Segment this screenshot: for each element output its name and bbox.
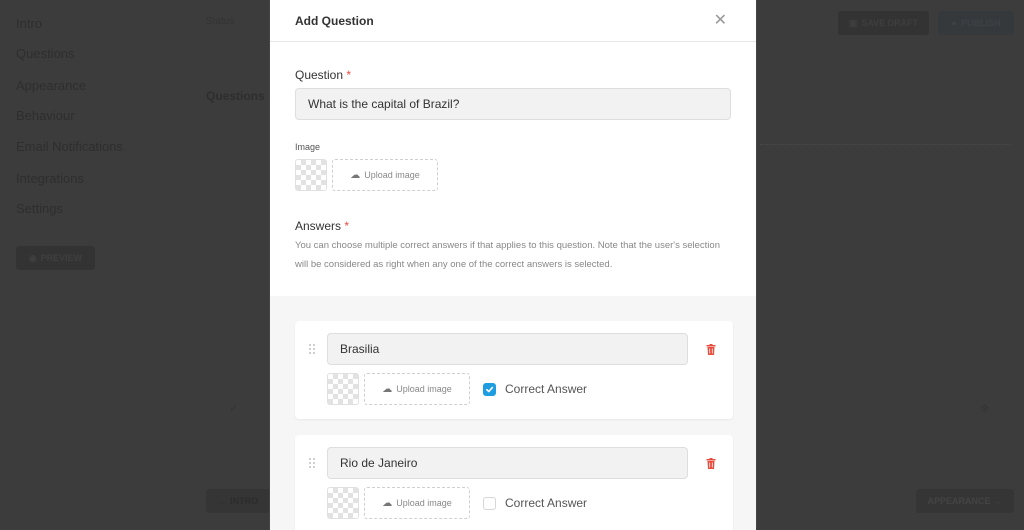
answers-list: ☁ Upload image Correct Answer [270, 296, 756, 530]
divider [760, 144, 1010, 145]
required-mark: * [346, 68, 352, 82]
cloud-upload-icon: ☁ [382, 383, 393, 395]
answers-label: Answers * [295, 219, 731, 233]
modal-body: Question * Image ☁ Upload image Answers … [270, 68, 756, 274]
sidebar-item-integrations[interactable]: Integrations [16, 171, 84, 186]
sidebar: Intro Questions Appearance Behaviour Ema… [0, 0, 190, 530]
next-step-button[interactable]: APPEARANCE → [916, 489, 1014, 513]
status-label: Status [206, 16, 235, 27]
required-mark: * [344, 219, 350, 233]
answer-image-thumbnail [327, 373, 359, 405]
preview-label: PREVIEW [40, 253, 83, 263]
eye-icon: ◉ [28, 252, 37, 263]
answers-label-text: Answers [295, 219, 342, 233]
answer-input[interactable] [327, 333, 688, 365]
arrow-left-icon: ← [218, 496, 227, 506]
trash-icon[interactable] [706, 343, 716, 355]
check-icon: ✓ [229, 403, 239, 415]
add-question-modal: Add Question ✕ Question * Image ☁ Upload… [270, 0, 756, 530]
correct-answer-checkbox[interactable] [483, 382, 496, 396]
upload-image-label: Upload image [364, 170, 420, 180]
publish-icon: ● [951, 18, 957, 28]
answer-input[interactable] [327, 447, 688, 479]
image-label: Image [295, 142, 321, 152]
cloud-upload-icon: ☁ [350, 169, 361, 181]
drag-handle-icon[interactable] [307, 458, 319, 468]
cloud-upload-icon: ☁ [382, 497, 393, 509]
upload-image-button[interactable]: ☁ Upload image [332, 159, 438, 191]
question-input[interactable] [295, 88, 731, 120]
question-label: Question * [295, 68, 731, 82]
correct-answer-checkbox[interactable] [483, 496, 496, 510]
upload-image-label: Upload image [396, 498, 452, 508]
modal-header: Add Question ✕ [270, 0, 756, 42]
preview-button[interactable]: ◉ PREVIEW [16, 246, 95, 270]
publish-button[interactable]: ● PUBLISH [938, 11, 1014, 35]
correct-answer-label: Correct Answer [505, 496, 588, 510]
sidebar-item-appearance[interactable]: Appearance [16, 78, 86, 93]
next-step-label: APPEARANCE [927, 496, 991, 506]
answer-item: ☁ Upload image Correct Answer [295, 435, 733, 530]
sidebar-item-behaviour[interactable]: Behaviour [16, 108, 75, 123]
drag-handle-icon[interactable] [307, 344, 319, 354]
question-label-text: Question [295, 68, 344, 82]
gear-icon[interactable]: ⚙ [980, 404, 989, 415]
answer-upload-image-button[interactable]: ☁ Upload image [364, 373, 470, 405]
answer-item: ☁ Upload image Correct Answer [295, 321, 733, 419]
sidebar-item-intro[interactable]: Intro [16, 16, 42, 31]
publish-label: PUBLISH [960, 18, 1001, 28]
save-draft-label: SAVE DRAFT [861, 18, 919, 28]
save-draft-button[interactable]: ▣ SAVE DRAFT [838, 11, 929, 35]
sidebar-item-questions[interactable]: Questions [16, 46, 75, 61]
upload-image-label: Upload image [396, 384, 452, 394]
sidebar-item-email-notifications[interactable]: Email Notifications [16, 139, 123, 154]
answer-image-thumbnail [327, 487, 359, 519]
answer-upload-image-button[interactable]: ☁ Upload image [364, 487, 470, 519]
close-icon[interactable]: ✕ [714, 12, 727, 29]
question-image-row: ☁ Upload image [295, 159, 731, 191]
previous-step-button[interactable]: ← INTRO [206, 489, 270, 513]
section-title: Questions [206, 89, 265, 103]
trash-icon[interactable] [706, 457, 716, 469]
save-icon: ▣ [848, 17, 858, 28]
sidebar-item-settings[interactable]: Settings [16, 201, 63, 216]
arrow-right-icon: → [993, 496, 1003, 506]
image-placeholder-thumbnail [295, 159, 327, 191]
modal-title: Add Question [295, 13, 374, 28]
correct-answer-label: Correct Answer [505, 382, 588, 396]
previous-step-label: INTRO [230, 496, 258, 506]
answers-help-text: You can choose multiple correct answers … [295, 240, 720, 270]
